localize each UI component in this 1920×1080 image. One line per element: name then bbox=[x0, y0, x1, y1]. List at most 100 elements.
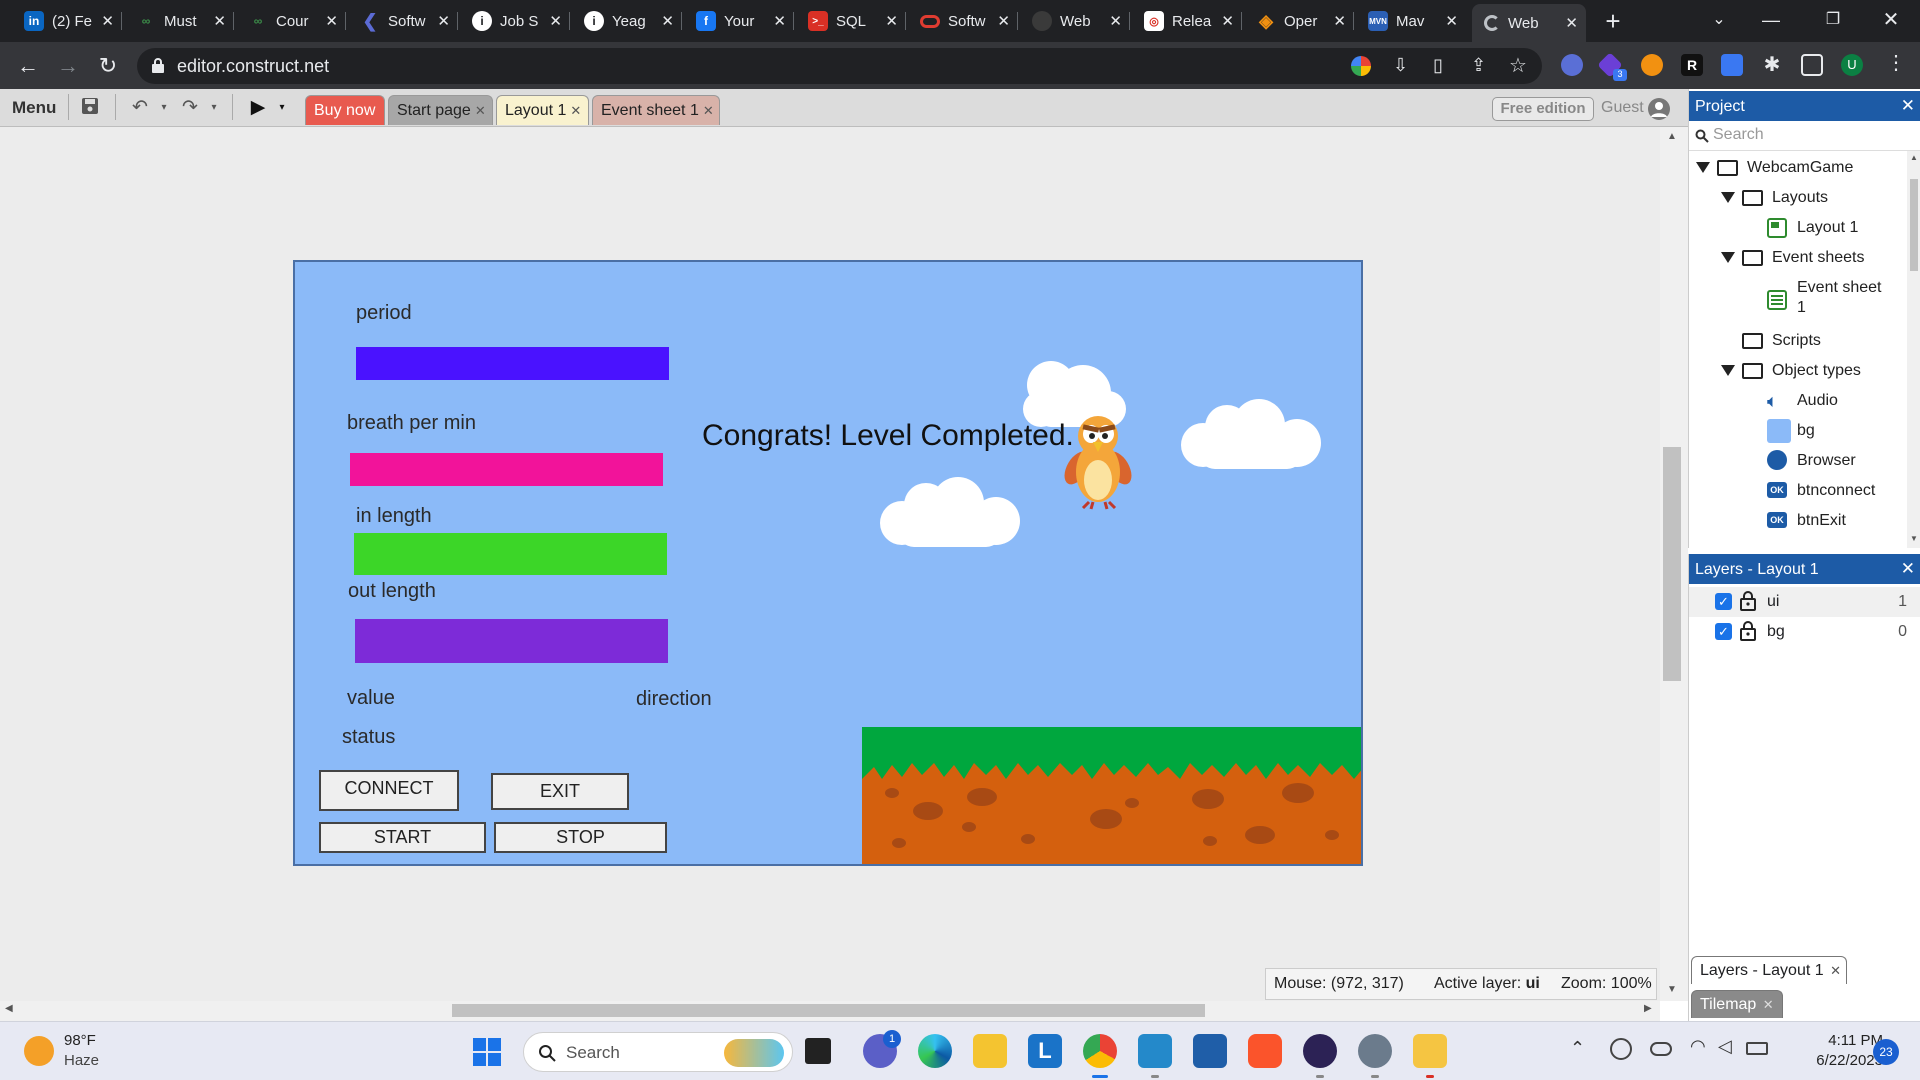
tab-layout-1[interactable]: Layout 1 ✕ bbox=[496, 95, 589, 125]
scroll-down-icon[interactable]: ▼ bbox=[1667, 984, 1677, 995]
expand-icon[interactable] bbox=[1721, 365, 1735, 376]
new-tab-button[interactable]: + bbox=[1598, 6, 1628, 36]
object-audio[interactable]: Audio bbox=[1797, 392, 1838, 410]
browser-tab[interactable]: in (2) Fe ✕ bbox=[12, 4, 122, 38]
redo-icon[interactable]: ↷ bbox=[178, 96, 202, 120]
browser-tab[interactable]: ◈ Oper ✕ bbox=[1244, 4, 1354, 38]
scroll-down-icon[interactable]: ▼ bbox=[1910, 534, 1918, 543]
play-icon[interactable]: ▶ bbox=[246, 96, 270, 120]
cloud-sprite[interactable] bbox=[1175, 397, 1325, 471]
browser-tab[interactable]: ∞ Must ✕ bbox=[124, 4, 234, 38]
scroll-right-icon[interactable]: ▶ bbox=[1644, 1003, 1652, 1014]
forward-icon[interactable]: → bbox=[52, 50, 84, 82]
bird-sprite[interactable] bbox=[1055, 410, 1141, 510]
close-tab-icon[interactable]: ✕ bbox=[1333, 12, 1346, 30]
undo-icon[interactable]: ↶ bbox=[128, 96, 152, 120]
close-panel-icon[interactable]: ✕ bbox=[1901, 559, 1915, 579]
save-page-icon[interactable]: ▯ bbox=[1433, 55, 1443, 76]
close-panel-icon[interactable]: ✕ bbox=[1901, 96, 1915, 116]
stop-button[interactable]: STOP bbox=[494, 822, 667, 853]
close-icon[interactable]: ✕ bbox=[1830, 963, 1841, 978]
out-length-bar[interactable] bbox=[355, 619, 668, 663]
weather-condition[interactable]: Haze bbox=[64, 1052, 99, 1069]
browser-tab[interactable]: f Your ✕ bbox=[684, 4, 794, 38]
expand-icon[interactable] bbox=[1721, 252, 1735, 263]
close-tab-icon[interactable]: ✕ bbox=[1565, 14, 1578, 32]
guest-label[interactable]: Guest bbox=[1601, 99, 1644, 117]
extensions-puzzle-icon[interactable]: ✱ bbox=[1761, 54, 1783, 76]
sync-icon[interactable] bbox=[1610, 1038, 1632, 1060]
windows-start-icon[interactable] bbox=[473, 1038, 501, 1066]
install-app-icon[interactable]: ⇩ bbox=[1393, 55, 1408, 76]
battery-icon[interactable] bbox=[1746, 1042, 1768, 1055]
expand-icon[interactable] bbox=[1721, 192, 1735, 203]
ground-tilemap[interactable] bbox=[862, 727, 1363, 866]
browser-tab[interactable]: MVN Mav ✕ bbox=[1356, 4, 1466, 38]
notification-badge[interactable]: 23 bbox=[1873, 1039, 1899, 1065]
vscode-icon[interactable] bbox=[1138, 1034, 1172, 1068]
close-tab-icon[interactable]: ✕ bbox=[885, 12, 898, 30]
tree-layouts[interactable]: Layouts bbox=[1772, 189, 1828, 207]
horizontal-scrollbar[interactable]: ◀ ▶ bbox=[0, 1001, 1660, 1021]
folder-app-icon[interactable] bbox=[1413, 1034, 1447, 1068]
tab-search-icon[interactable]: ⌄ bbox=[1696, 0, 1742, 40]
back-icon[interactable]: ← bbox=[12, 50, 44, 82]
browser-tab[interactable]: i Job S ✕ bbox=[460, 4, 570, 38]
extension-icon[interactable] bbox=[1721, 54, 1743, 76]
project-scrollbar[interactable]: ▲ ▼ bbox=[1907, 151, 1920, 548]
play-dropdown-icon[interactable]: ▾ bbox=[270, 96, 294, 120]
free-edition-badge[interactable]: Free edition bbox=[1492, 97, 1594, 121]
vertical-scrollbar[interactable]: ▲ ▼ bbox=[1660, 127, 1688, 1001]
reload-icon[interactable]: ↻ bbox=[92, 50, 124, 82]
scrollbar-thumb[interactable] bbox=[1910, 179, 1918, 271]
user-avatar-icon[interactable] bbox=[1648, 98, 1670, 120]
lock-icon[interactable] bbox=[1739, 591, 1757, 611]
close-tab-icon[interactable]: ✕ bbox=[437, 12, 450, 30]
object-browser[interactable]: Browser bbox=[1797, 452, 1856, 470]
close-icon[interactable]: ✕ bbox=[570, 103, 581, 118]
layer-visible-checkbox[interactable]: ✓ bbox=[1715, 593, 1732, 610]
task-view-icon[interactable] bbox=[805, 1038, 831, 1064]
tree-event-sheet-1[interactable]: Event sheet bbox=[1797, 279, 1882, 297]
start-button[interactable]: START bbox=[319, 822, 486, 853]
browser-tab[interactable]: i Yeag ✕ bbox=[572, 4, 682, 38]
object-btnconnect[interactable]: btnconnect bbox=[1797, 482, 1875, 500]
buy-now-tab[interactable]: Buy now bbox=[305, 95, 385, 125]
layer-row[interactable]: ✓ ui 1 bbox=[1689, 587, 1920, 617]
close-tab-icon[interactable]: ✕ bbox=[1445, 12, 1458, 30]
tab-start-page[interactable]: Start page ✕ bbox=[388, 95, 493, 125]
taskbar-search[interactable]: Search bbox=[523, 1032, 793, 1072]
browser-tab[interactable]: Web ✕ bbox=[1020, 4, 1130, 38]
l-app-icon[interactable]: L bbox=[1028, 1034, 1062, 1068]
tab-layers-layout-1[interactable]: Layers - Layout 1 ✕ bbox=[1691, 956, 1847, 984]
settings-gear-icon[interactable] bbox=[1358, 1034, 1392, 1068]
browser-tab[interactable]: ❮ Softw ✕ bbox=[348, 4, 458, 38]
side-panel-icon[interactable] bbox=[1801, 54, 1823, 76]
close-icon[interactable]: ✕ bbox=[475, 103, 486, 118]
close-tab-icon[interactable]: ✕ bbox=[661, 12, 674, 30]
undo-dropdown-icon[interactable]: ▾ bbox=[152, 96, 176, 120]
expand-icon[interactable] bbox=[1696, 162, 1710, 173]
redo-dropdown-icon[interactable]: ▾ bbox=[202, 96, 226, 120]
address-bar[interactable]: editor.construct.net ⇩ ▯ ⇪ ☆ bbox=[137, 48, 1542, 84]
close-icon[interactable]: ✕ bbox=[703, 103, 714, 118]
tree-root[interactable]: WebcamGame bbox=[1747, 159, 1853, 177]
save-icon[interactable] bbox=[78, 96, 102, 120]
minimize-icon[interactable]: — bbox=[1748, 0, 1794, 40]
exit-button[interactable]: EXIT bbox=[491, 773, 629, 810]
close-tab-icon[interactable]: ✕ bbox=[773, 12, 786, 30]
layer-visible-checkbox[interactable]: ✓ bbox=[1715, 623, 1732, 640]
browser-tab[interactable]: >_ SQL ✕ bbox=[796, 4, 906, 38]
lock-icon[interactable] bbox=[1739, 621, 1757, 641]
browser-tab[interactable]: ∞ Cour ✕ bbox=[236, 4, 346, 38]
restore-icon[interactable]: ❐ bbox=[1810, 0, 1856, 40]
extension-r-icon[interactable]: R bbox=[1681, 54, 1703, 76]
close-icon[interactable]: ✕ bbox=[1763, 997, 1774, 1012]
layer-row[interactable]: ✓ bg 0 bbox=[1689, 617, 1920, 647]
tree-object-types[interactable]: Object types bbox=[1772, 362, 1861, 380]
browser-tab[interactable]: Softw ✕ bbox=[908, 4, 1018, 38]
game-layout[interactable]: period breath per min in length out leng… bbox=[293, 260, 1363, 866]
volume-icon[interactable]: ◁ bbox=[1718, 1036, 1732, 1057]
weather-temperature[interactable]: 98°F bbox=[64, 1032, 96, 1049]
app-icon[interactable] bbox=[1193, 1034, 1227, 1068]
